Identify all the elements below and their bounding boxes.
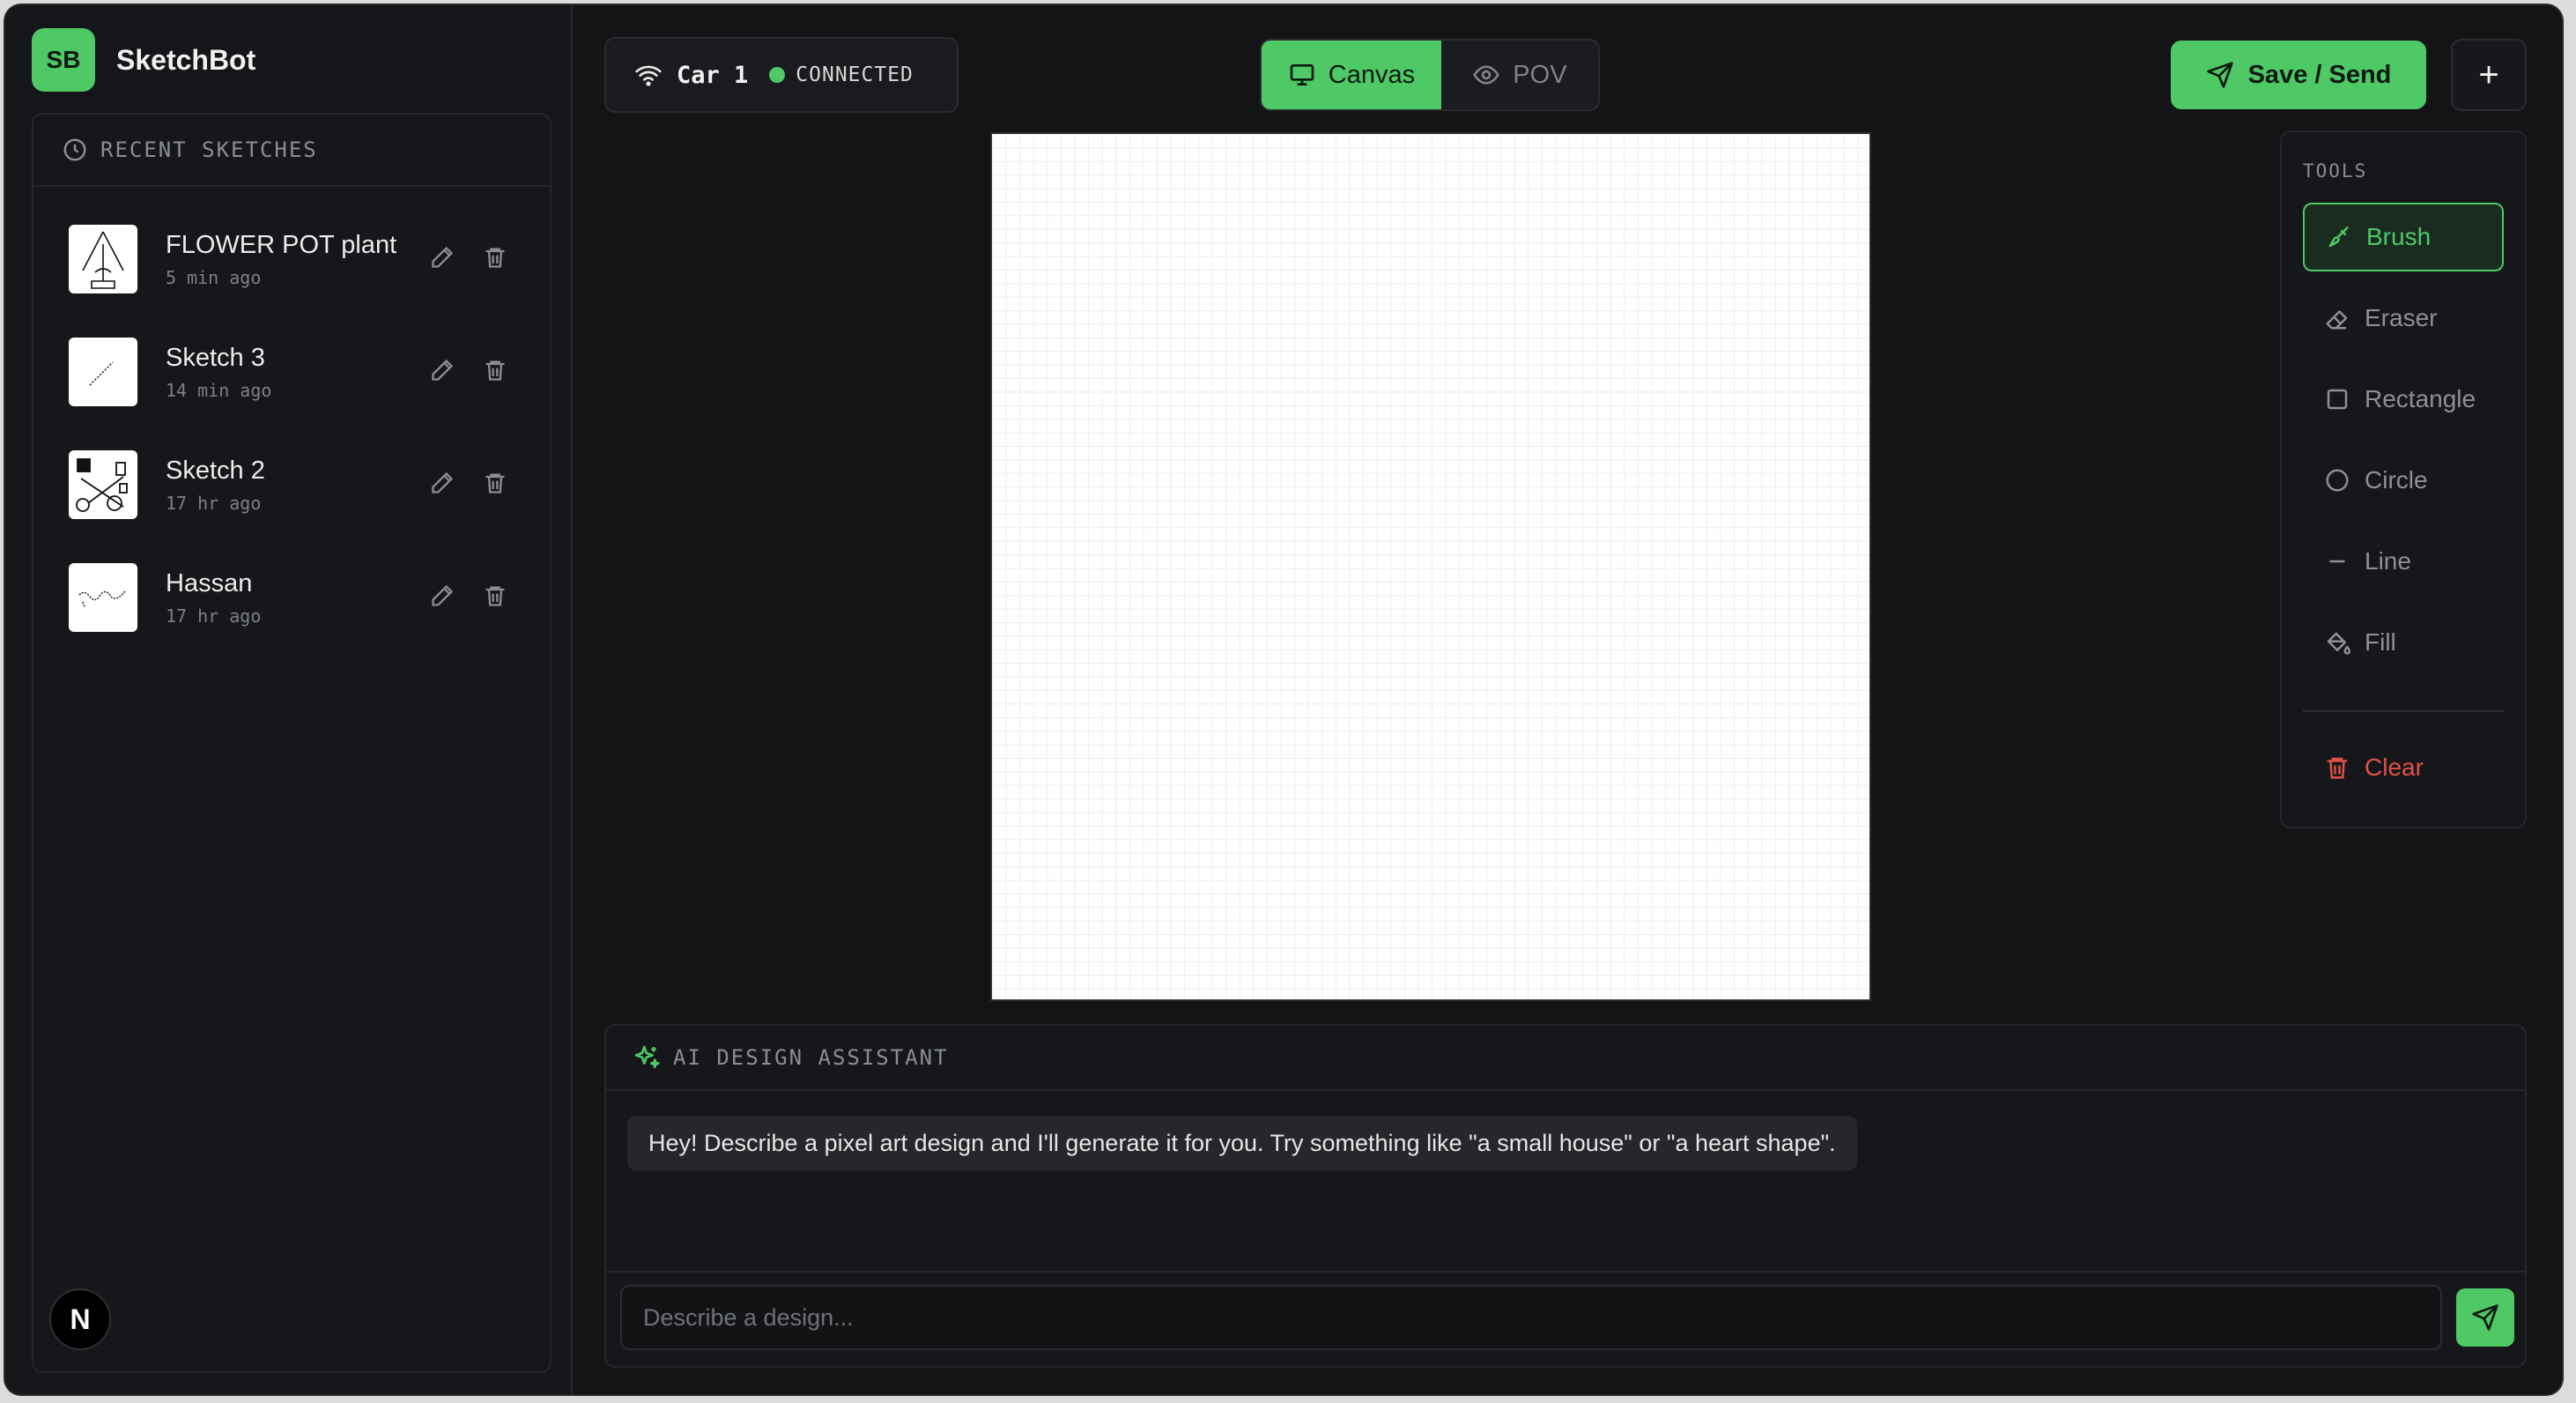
sidebar: SB SketchBot RECENT SKETCHES FLOWER POT — [5, 5, 573, 1394]
sketch-time: 5 min ago — [166, 266, 262, 288]
tool-label: Brush — [2366, 223, 2432, 250]
tool-label: Fill — [2365, 628, 2396, 656]
tool-fill[interactable]: Fill — [2303, 608, 2504, 677]
trash-icon[interactable] — [479, 241, 511, 273]
tools-divider — [2303, 710, 2504, 712]
sketch-time: 17 hr ago — [166, 492, 262, 514]
clear-button[interactable]: Clear — [2303, 733, 2504, 802]
tool-label: Eraser — [2365, 304, 2438, 331]
wifi-icon — [635, 65, 662, 86]
sketch-thumbnail — [69, 225, 137, 293]
sketch-thumbnail — [69, 450, 137, 519]
sketch-thumbnail — [69, 338, 137, 406]
sketch-name: Hassan — [166, 568, 253, 598]
list-item[interactable]: Hassan 17 hr ago — [33, 541, 550, 654]
trash-icon[interactable] — [479, 467, 511, 499]
list-item[interactable]: FLOWER POT plant 5 min ago — [33, 203, 550, 315]
send-prompt-button[interactable] — [2456, 1288, 2514, 1347]
status-dot — [769, 67, 786, 83]
circle-icon — [2326, 469, 2349, 492]
edit-icon[interactable] — [426, 467, 458, 499]
tab-canvas[interactable]: Canvas — [1262, 41, 1441, 109]
app-window: SB SketchBot RECENT SKETCHES FLOWER POT — [5, 5, 2562, 1394]
tool-eraser[interactable]: Eraser — [2303, 284, 2504, 353]
tool-label: Rectangle — [2365, 385, 2476, 412]
brush-icon — [2328, 226, 2349, 248]
list-item[interactable]: Sketch 3 14 min ago — [33, 315, 550, 428]
drawing-canvas[interactable] — [990, 132, 1871, 1001]
list-item[interactable]: Sketch 2 17 hr ago — [33, 428, 550, 541]
app-name: SketchBot — [116, 43, 256, 76]
recent-sketches-title: RECENT SKETCHES — [100, 137, 318, 162]
tool-circle[interactable]: Circle — [2303, 446, 2504, 515]
trash-icon — [2327, 757, 2348, 779]
send-icon — [2206, 62, 2233, 88]
user-avatar[interactable]: N — [49, 1288, 111, 1350]
tool-rectangle[interactable]: Rectangle — [2303, 365, 2504, 434]
sketch-list: FLOWER POT plant 5 min ago Sketch 3 14 m… — [33, 187, 550, 654]
ai-assistant-panel: AI DESIGN ASSISTANT Hey! Describe a pixe… — [604, 1024, 2527, 1368]
sketch-time: 14 min ago — [166, 379, 272, 401]
sketch-time: 17 hr ago — [166, 605, 262, 627]
tool-line[interactable]: Line — [2303, 527, 2504, 596]
tool-label: Line — [2365, 547, 2411, 575]
status-badge: CONNECTED — [796, 63, 914, 86]
sketch-name: Sketch 3 — [166, 343, 265, 372]
edit-icon[interactable] — [426, 241, 458, 273]
edit-icon[interactable] — [426, 354, 458, 386]
send-icon — [2472, 1304, 2498, 1331]
tools-panel: TOOLS Brush Eraser Rectangle Circle Line… — [2280, 130, 2527, 828]
clear-label: Clear — [2365, 753, 2424, 781]
recent-sketches-header: RECENT SKETCHES — [33, 115, 550, 187]
tab-canvas-label: Canvas — [1328, 60, 1416, 89]
sketch-name: FLOWER POT plant — [166, 230, 397, 259]
brand[interactable]: SB SketchBot — [32, 28, 255, 92]
eraser-icon — [2326, 310, 2348, 330]
design-prompt-input[interactable] — [620, 1285, 2442, 1350]
assistant-header: AI DESIGN ASSISTANT — [606, 1026, 2525, 1091]
tools-title: TOOLS — [2303, 160, 2368, 182]
square-icon — [2327, 389, 2348, 410]
save-send-label: Save / Send — [2247, 60, 2392, 89]
tool-brush[interactable]: Brush — [2303, 203, 2504, 271]
add-button[interactable]: + — [2451, 39, 2527, 111]
edit-icon[interactable] — [426, 580, 458, 612]
sketch-thumbnail — [69, 563, 137, 632]
trash-icon[interactable] — [479, 354, 511, 386]
save-send-button[interactable]: Save / Send — [2171, 41, 2426, 109]
chat-divider — [606, 1271, 2525, 1273]
trash-icon[interactable] — [479, 580, 511, 612]
car-name: Car 1 — [677, 61, 749, 89]
sparkles-icon — [634, 1045, 660, 1068]
minus-icon — [2329, 560, 2345, 563]
eye-icon — [1473, 65, 1500, 85]
assistant-title: AI DESIGN ASSISTANT — [673, 1045, 949, 1070]
assistant-message: Hey! Describe a pixel art design and I'l… — [627, 1116, 1857, 1170]
tab-pov[interactable]: POV — [1441, 41, 1598, 109]
app-logo: SB — [32, 28, 95, 92]
tab-pov-label: POV — [1513, 60, 1567, 89]
clock-icon — [63, 138, 86, 161]
tool-label: Circle — [2365, 466, 2428, 494]
paint-bucket-icon — [2327, 632, 2350, 655]
monitor-icon — [1290, 64, 1314, 85]
recent-sketches-panel: RECENT SKETCHES FLOWER POT plant 5 min a… — [32, 113, 551, 1373]
sketch-name: Sketch 2 — [166, 456, 265, 485]
connection-status[interactable]: Car 1 CONNECTED — [604, 37, 959, 113]
view-toggle: Canvas POV — [1260, 39, 1600, 111]
